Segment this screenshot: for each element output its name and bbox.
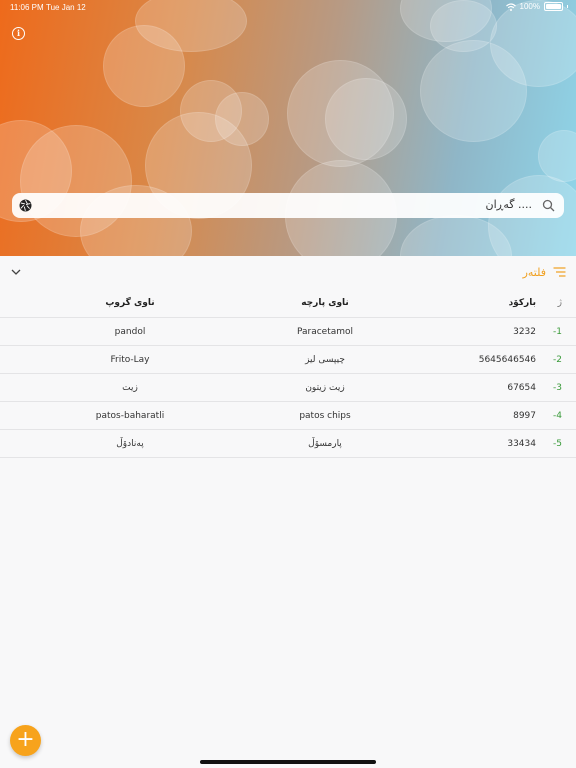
row-item-name: Paracetamol — [296, 326, 354, 337]
battery-icon — [544, 2, 563, 11]
row-number: -2 — [553, 354, 562, 365]
header-group-name: ناوی گروپ — [105, 297, 155, 308]
bokeh-bubble — [538, 130, 576, 182]
row-number: -5 — [553, 438, 562, 449]
row-barcode: 67654 — [507, 382, 536, 393]
table-header: ژ بارکۆد ناوی پارچە ناوی گروپ — [0, 288, 576, 318]
row-group-name: pandol — [114, 326, 146, 337]
camera-aperture-icon[interactable] — [19, 199, 32, 212]
status-time: 11:06 PM — [10, 3, 44, 12]
row-group-name: Frito-Lay — [110, 354, 150, 365]
search-input[interactable]: گەڕان .... — [486, 198, 532, 211]
battery-tip — [567, 5, 568, 8]
row-item-name: پارمسۆڵ — [308, 438, 342, 449]
battery-percent: 100% — [519, 2, 540, 11]
row-barcode: 8997 — [513, 410, 536, 421]
status-date: Tue Jan 12 — [46, 3, 86, 12]
status-indicators: 100% — [505, 2, 568, 11]
home-indicator — [200, 760, 376, 764]
search-bar[interactable]: گەڕان .... — [12, 193, 564, 218]
row-item-name: زیت زیتون — [305, 382, 345, 393]
items-table: ژ بارکۆد ناوی پارچە ناوی گروپ -1 3232 Pa… — [0, 288, 576, 458]
wifi-icon — [505, 2, 516, 11]
header-barcode: بارکۆد — [508, 297, 536, 308]
row-group-name: پەنادۆڵ — [116, 438, 144, 449]
row-number: -4 — [553, 410, 562, 421]
bokeh-bubble — [325, 78, 407, 160]
header-item-name: ناوی پارچە — [301, 297, 349, 308]
filter-bar: فلتەر — [0, 258, 576, 288]
table-row[interactable]: -1 3232 Paracetamol pandol — [0, 318, 576, 346]
status-bar: 11:06 PM Tue Jan 12 100% — [0, 0, 576, 14]
info-icon[interactable]: i — [12, 27, 25, 40]
table-row[interactable]: -2 5645646546 چیپسی لیز Frito-Lay — [0, 346, 576, 374]
row-barcode: 5645646546 — [478, 354, 536, 365]
chevron-down-icon[interactable] — [10, 266, 22, 278]
row-item-name: patos chips — [299, 410, 351, 421]
row-barcode: 33434 — [507, 438, 536, 449]
table-row[interactable]: -5 33434 پارمسۆڵ پەنادۆڵ — [0, 430, 576, 458]
table-row[interactable]: -4 8997 patos chips patos-baharatli — [0, 402, 576, 430]
row-number: -1 — [553, 326, 562, 337]
row-item-name: چیپسی لیز — [305, 354, 345, 365]
filter-lines-icon[interactable] — [553, 267, 566, 277]
search-icon — [542, 199, 555, 212]
table-row[interactable]: -3 67654 زیت زیتون زیت — [0, 374, 576, 402]
add-item-button[interactable]: + — [10, 725, 41, 756]
filter-button[interactable]: فلتەر — [523, 266, 546, 279]
row-number: -3 — [553, 382, 562, 393]
header-number: ژ — [557, 297, 562, 308]
header-banner: 11:06 PM Tue Jan 12 100% i گەڕان .... — [0, 0, 576, 256]
row-group-name: patos-baharatli — [95, 410, 165, 421]
row-barcode: 3232 — [513, 326, 536, 337]
bokeh-bubble — [420, 40, 527, 142]
row-group-name: زیت — [122, 382, 138, 393]
